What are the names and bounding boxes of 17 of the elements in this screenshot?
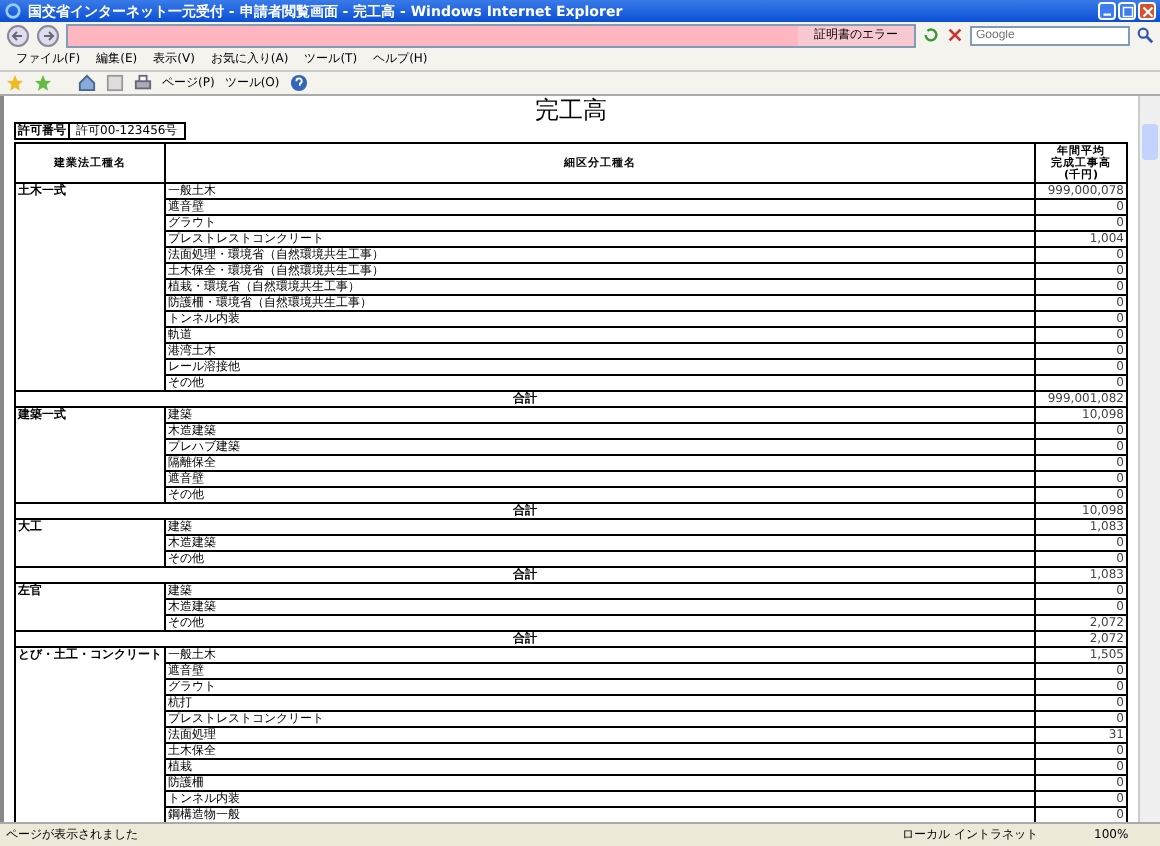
minimize-button[interactable]: [1098, 2, 1116, 20]
print-icon[interactable]: [134, 74, 152, 92]
back-icon[interactable]: [6, 23, 30, 47]
forward-icon[interactable]: [36, 23, 60, 47]
maximize-button[interactable]: [1118, 2, 1136, 20]
close-icon: [1141, 5, 1153, 17]
help-icon[interactable]: [289, 74, 308, 92]
star-icon[interactable]: [6, 74, 24, 92]
stop-icon[interactable]: [946, 26, 964, 44]
browser-logo-icon: [4, 2, 22, 20]
search-icon[interactable]: [1136, 26, 1154, 44]
maximize-icon: [1121, 5, 1133, 17]
add-favorite-icon[interactable]: [34, 74, 52, 92]
close-button[interactable]: [1138, 2, 1156, 20]
page-title: 完工高: [533, 98, 609, 122]
vertical-scrollbar[interactable]: [1138, 96, 1160, 822]
refresh-icon[interactable]: [922, 26, 940, 44]
